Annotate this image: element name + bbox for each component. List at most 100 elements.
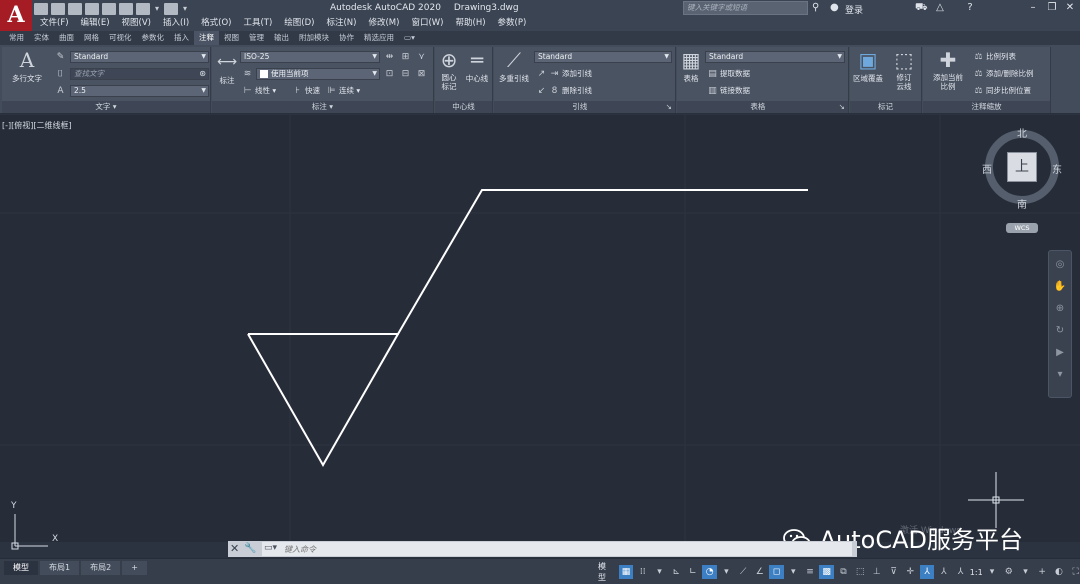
link-data-button[interactable]: ▥ 链接数据 [707, 85, 750, 97]
binoculars-icon[interactable]: ⚲ [812, 2, 826, 14]
dim-layer-select[interactable]: 使用当前项 ▼ [256, 68, 380, 80]
viewcube-top-face[interactable]: 上 [1007, 152, 1037, 182]
dimension-button[interactable]: ⟷ 标注 [214, 51, 240, 86]
wipeout-button[interactable]: ▣ 区域覆盖 [851, 49, 885, 84]
tab-mesh[interactable]: 网格 [79, 31, 104, 45]
continue-dim-button[interactable]: ⊫ 连续 ▾ [326, 85, 361, 97]
showmotion-icon[interactable]: ▶ [1051, 345, 1069, 361]
add-leader-button[interactable]: ↗ ⇥ 添加引线 [536, 68, 592, 80]
find-text-input[interactable]: 查找文字 ⊛ [70, 68, 209, 80]
text-height-select[interactable]: 2.5 ▼ [70, 85, 209, 97]
close-icon[interactable]: ✕ [230, 542, 242, 556]
tab-featured-apps[interactable]: 精选应用 [359, 31, 399, 45]
annotation-monitor-icon[interactable]: + [1035, 565, 1050, 579]
save-icon[interactable] [68, 3, 82, 15]
dim-break-icon[interactable]: ⇹ [384, 52, 395, 62]
leader-style-select[interactable]: Standard ▼ [534, 51, 672, 63]
save-as-icon[interactable] [85, 3, 99, 15]
lineweight-icon[interactable]: ≡ [803, 565, 818, 579]
menu-window[interactable]: 窗口(W) [405, 16, 449, 31]
dim-oblique-icon[interactable]: ⋎ [416, 52, 427, 62]
command-prompt-icon[interactable]: ▭▾ [264, 543, 277, 553]
snap-dropdown-icon[interactable]: ▾ [652, 565, 667, 579]
leader-polyline[interactable] [248, 189, 808, 335]
cart-icon[interactable]: ⛟ [915, 2, 928, 14]
menu-file[interactable]: 文件(F) [34, 16, 75, 31]
compass-west[interactable]: 西 [982, 161, 992, 176]
auto-scale-icon[interactable]: ⅄ [936, 565, 951, 579]
grid-icon[interactable]: ▦ [618, 565, 634, 579]
dim-inspect-icon[interactable]: ⊡ [384, 69, 395, 79]
compass-south[interactable]: 南 [1017, 196, 1027, 211]
leader-panel-label[interactable]: 引线 ↘ [494, 101, 675, 113]
tab-collaborate[interactable]: 协作 [334, 31, 359, 45]
drawing-viewport[interactable]: [-][俯视][二维线框] [0, 115, 1080, 542]
wcs-menu[interactable]: WCS [1006, 223, 1038, 233]
clean-screen-icon[interactable]: ⛶ [1068, 565, 1080, 579]
dimension-panel-label[interactable]: 标注 ▾ [212, 101, 433, 113]
compass-east[interactable]: 东 [1052, 161, 1062, 176]
menu-tools[interactable]: 工具(T) [237, 16, 278, 31]
osnap-dropdown-icon[interactable]: ▾ [786, 565, 801, 579]
table-button[interactable]: ▦ 表格 [679, 49, 703, 84]
compass-north[interactable]: 北 [1017, 125, 1027, 140]
annotation-scale-icon[interactable]: ⅄ [953, 565, 968, 579]
nav-customize-icon[interactable]: ▾ [1051, 367, 1069, 383]
scale-list-button[interactable]: ⚖ 比例列表 [973, 51, 1016, 63]
snap-icon[interactable]: ⁞⁞ [635, 565, 650, 579]
model-space-toggle[interactable]: 模型 [598, 561, 614, 583]
menu-format[interactable]: 格式(O) [195, 16, 237, 31]
login-button[interactable]: 登录 [845, 3, 863, 16]
dynamic-ucs-icon[interactable]: ⊥ [869, 565, 884, 579]
infer-constraints-icon[interactable]: ⊾ [669, 565, 684, 579]
undo-dropdown-icon[interactable]: ▾ [153, 3, 161, 15]
quick-dim-button[interactable]: ⊦ 快速 [292, 85, 320, 97]
object-snap-icon[interactable]: ◻ [769, 565, 784, 579]
table-panel-label[interactable]: 表格 ↘ [677, 101, 848, 113]
search-icon[interactable]: ⊛ [199, 69, 206, 79]
viewcube[interactable]: 北 南 东 西 上 WCS [982, 125, 1063, 235]
tab-layout1[interactable]: 布局1 [40, 561, 80, 575]
tab-annotate[interactable]: 注释 [194, 31, 219, 45]
menu-view[interactable]: 视图(V) [116, 16, 157, 31]
exchange-icon[interactable]: △ [934, 2, 946, 14]
gizmo-icon[interactable]: ✛ [903, 565, 918, 579]
tab-output[interactable]: 输出 [269, 31, 294, 45]
dim-reassoc-icon[interactable]: ⊠ [416, 69, 427, 79]
minimize-icon[interactable]: – [1024, 1, 1042, 15]
add-layout-icon[interactable]: + [122, 561, 147, 575]
selection-filter-icon[interactable]: ⊽ [886, 565, 901, 579]
steering-wheel-icon[interactable]: ◎ [1051, 257, 1069, 273]
menu-edit[interactable]: 编辑(E) [75, 16, 116, 31]
command-input[interactable] [262, 542, 852, 556]
tab-layout2[interactable]: 布局2 [81, 561, 121, 575]
linear-dim-button[interactable]: ⊢ 线性 ▾ [242, 85, 277, 97]
selection-cycling-icon[interactable]: ⧉ [836, 565, 851, 579]
annotation-scale-value[interactable]: 1:1 [970, 568, 983, 577]
centerline-button[interactable]: ═ 中心线 [463, 49, 491, 84]
menu-draw[interactable]: 绘图(D) [278, 16, 320, 31]
wrench-icon[interactable]: 🔧 [244, 542, 256, 556]
tab-model[interactable]: 模型 [4, 561, 38, 575]
transparency-icon[interactable]: ▩ [819, 565, 835, 579]
menu-insert[interactable]: 插入(I) [157, 16, 195, 31]
polar-dropdown-icon[interactable]: ▾ [719, 565, 734, 579]
restore-icon[interactable]: ❐ [1043, 1, 1061, 15]
web-mobile-icon[interactable] [102, 3, 116, 15]
new-file-icon[interactable] [34, 3, 48, 15]
extract-data-button[interactable]: ▤ 提取数据 [707, 68, 750, 80]
object-snap-tracking-icon[interactable]: ∠ [752, 565, 767, 579]
menu-modify[interactable]: 修改(M) [362, 16, 405, 31]
isolate-objects-icon[interactable]: ◐ [1052, 565, 1067, 579]
dim-style-select[interactable]: ISO-25 ▼ [240, 51, 380, 63]
remove-leader-button[interactable]: ↙ 8 删除引线 [536, 85, 592, 97]
customize-qat-icon[interactable]: ▾ [181, 3, 189, 15]
ortho-icon[interactable]: ∟ [686, 565, 701, 579]
zoom-extents-icon[interactable]: ⊕ [1051, 301, 1069, 317]
undo-icon[interactable] [136, 3, 150, 15]
user-icon[interactable]: ● [830, 2, 842, 14]
orbit-icon[interactable]: ↻ [1051, 323, 1069, 339]
redo-icon[interactable] [164, 3, 178, 15]
tab-solid[interactable]: 实体 [29, 31, 54, 45]
help-icon[interactable]: ? [964, 2, 976, 14]
